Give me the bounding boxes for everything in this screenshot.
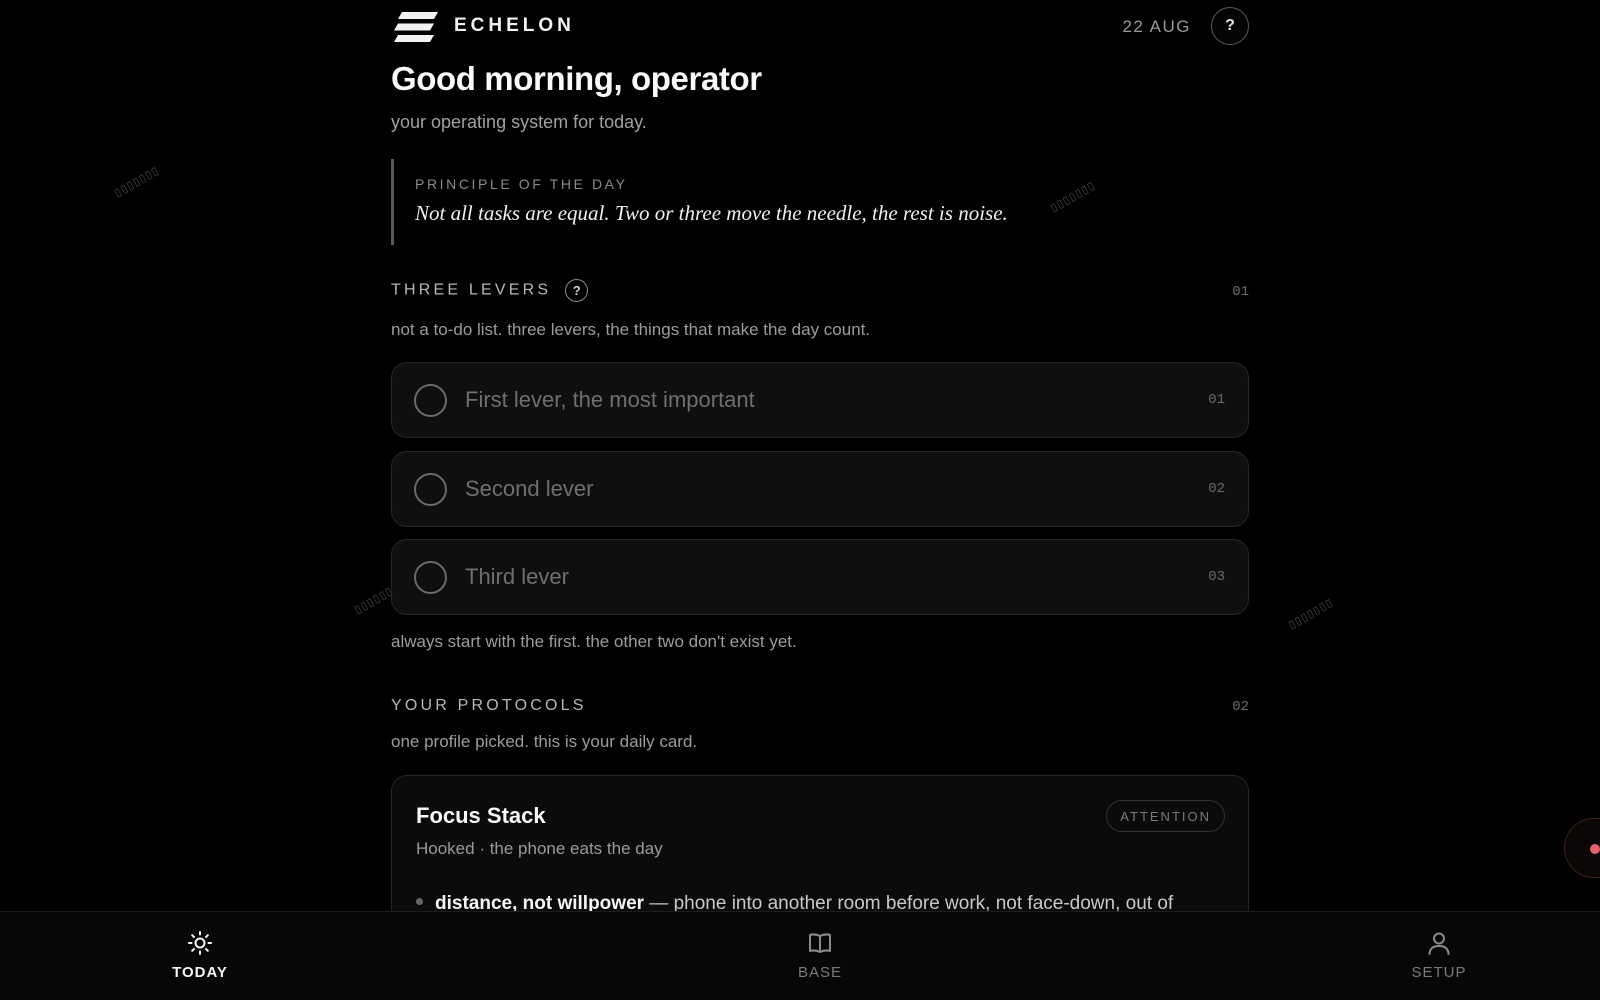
lever-row-3: 03 (391, 539, 1249, 615)
user-icon (1428, 932, 1450, 955)
protocols-section-description: one profile picked. this is your daily c… (391, 732, 698, 751)
record-dot-icon (1590, 844, 1600, 854)
levers-footer-note: always start with the first. the other t… (391, 632, 797, 651)
lever-checkbox[interactable] (414, 473, 447, 506)
levers-title-text: THREE LEVERS (391, 281, 552, 299)
levers-help-icon[interactable]: ? (565, 279, 589, 302)
brand-name: ECHELON (454, 15, 575, 36)
nav-tab-base[interactable]: BASE (760, 930, 880, 981)
nav-tab-today[interactable]: TODAY (140, 930, 260, 981)
lever-checkbox[interactable] (414, 384, 447, 417)
lever-row-1: 01 (391, 362, 1249, 438)
decorative-glyphs: ▯▯▯▯▯▯▯ (1286, 595, 1336, 632)
principle-quote: Not all tasks are equal. Two or three mo… (415, 201, 1008, 225)
nav-label-setup: SETUP (1411, 964, 1467, 981)
principle-of-the-day: PRINCIPLE OF THE DAY Not all tasks are e… (391, 159, 1249, 245)
current-date: 22 AUG (1122, 17, 1191, 36)
protocol-category-badge: ATTENTION (1106, 800, 1225, 832)
lever-number: 01 (1208, 392, 1225, 408)
lever-input-2[interactable] (465, 452, 1165, 526)
record-button[interactable] (1564, 818, 1600, 878)
protocol-card-subtitle: Hooked · the phone eats the day (416, 839, 663, 858)
lever-row-2: 02 (391, 451, 1249, 527)
nav-tab-setup[interactable]: SETUP (1379, 930, 1499, 981)
main-column: ECHELON 22 AUG ? Good morning, operator … (391, 0, 1249, 1000)
app-page: ▯▯▯▯▯▯▯ ▯▯▯▯▯▯▯ ▯▯▯▯▯▯▯ ▯▯▯▯▯▯▯ ECHELON … (0, 0, 1600, 1000)
nav-label-today: TODAY (172, 964, 228, 981)
lever-input-1[interactable] (465, 363, 1165, 437)
nav-label-base: BASE (797, 964, 843, 981)
echelon-logo-icon (394, 12, 438, 42)
lever-number: 03 (1208, 569, 1225, 585)
lever-checkbox[interactable] (414, 561, 447, 594)
sun-icon (188, 931, 212, 955)
page-title: Good morning, operator (391, 60, 762, 97)
page-subtitle: your operating system for today. (391, 112, 647, 132)
protocols-section-number: 02 (1232, 699, 1249, 715)
decorative-glyphs: ▯▯▯▯▯▯▯ (112, 163, 162, 200)
levers-section-description: not a to-do list. three levers, the thin… (391, 320, 871, 339)
levers-section-number: 01 (1232, 284, 1249, 300)
levers-section-title: THREE LEVERS? (391, 279, 589, 302)
principle-label: PRINCIPLE OF THE DAY (415, 176, 628, 192)
lever-number: 02 (1208, 481, 1225, 497)
bullet-dot-icon (416, 898, 423, 906)
protocol-card-title: Focus Stack (416, 803, 546, 828)
book-icon (809, 933, 831, 953)
bottom-navigation: TODAY BASE SETUP (0, 911, 1600, 1000)
help-button[interactable]: ? (1211, 7, 1249, 45)
top-header: ECHELON 22 AUG ? (391, 0, 1249, 52)
protocols-section-title: YOUR PROTOCOLS (391, 697, 587, 714)
lever-input-3[interactable] (465, 540, 1165, 614)
